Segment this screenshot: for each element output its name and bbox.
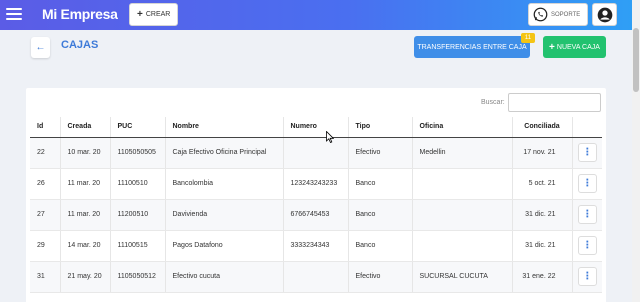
- row-options-kebab-icon[interactable]: ⋮: [577, 174, 597, 193]
- cell-oficina: [412, 230, 513, 262]
- cell-puc: 11200510: [110, 199, 166, 231]
- cell-id: 29: [30, 230, 61, 262]
- cash-boxes-table: Id Creada PUC Nombre Numero Tipo Oficina…: [30, 117, 602, 293]
- hamburger-icon[interactable]: [6, 8, 22, 21]
- cell-tipo: Efectivo: [348, 137, 413, 169]
- column-header-id[interactable]: Id: [30, 117, 61, 138]
- cell-oficina: SUCURSAL CUCUTA: [412, 261, 513, 293]
- cell-oficina: [412, 199, 513, 231]
- cell-nombre: Caja Efectivo Oficina Principal: [165, 137, 284, 169]
- top-navbar: Mi Empresa + CREAR SOPORTE: [0, 0, 632, 30]
- search-input[interactable]: [508, 93, 601, 112]
- cell-puc: 11100510: [110, 168, 166, 200]
- mouse-cursor-icon: [326, 131, 334, 143]
- table-row[interactable]: 26 11 mar. 20 11100510 Bancolombia 123243243…: [30, 168, 602, 200]
- user-circle-icon: [597, 7, 612, 22]
- column-header-creada[interactable]: Creada: [60, 117, 111, 138]
- cell-oficina: Medellin: [412, 137, 513, 169]
- cell-actions: ⋮: [572, 168, 602, 200]
- cell-tipo: Banco: [348, 168, 413, 200]
- cell-actions: ⋮: [572, 137, 602, 169]
- cell-id: 27: [30, 199, 61, 231]
- cell-conciliada: 31 dic. 21: [512, 230, 573, 262]
- cell-numero: 123243243233: [283, 168, 349, 200]
- app-logo[interactable]: Mi Empresa: [42, 6, 118, 22]
- transfers-button[interactable]: TRANSFERENCIAS ENTRE CAJA: [414, 36, 530, 58]
- table-row[interactable]: 31 21 may. 20 1105050512 Efectivo cucuta Efe…: [30, 261, 602, 293]
- table-row[interactable]: 29 14 mar. 20 11100515 Pagos Datafono 333323…: [30, 230, 602, 262]
- plus-icon: +: [549, 41, 555, 53]
- column-header-tipo[interactable]: Tipo: [348, 117, 413, 138]
- arrow-left-icon: ←: [35, 42, 46, 53]
- cell-numero: [283, 137, 349, 169]
- page-scrollbar[interactable]: [632, 0, 640, 302]
- row-options-kebab-icon[interactable]: ⋮: [577, 236, 597, 255]
- cell-nombre: Davivienda: [165, 199, 284, 231]
- scrollbar-thumb[interactable]: [633, 28, 639, 92]
- table-header-row: Id Creada PUC Nombre Numero Tipo Oficina…: [30, 117, 602, 138]
- cell-conciliada: 31 ene. 22: [512, 261, 573, 293]
- cell-numero: 6766745453: [283, 199, 349, 231]
- column-header-nombre[interactable]: Nombre: [165, 117, 284, 138]
- cell-numero: 3333234343: [283, 230, 349, 262]
- table-row[interactable]: 27 11 mar. 20 11200510 Davivienda 6766745453…: [30, 199, 602, 231]
- cell-numero: [283, 261, 349, 293]
- back-button[interactable]: ←: [31, 37, 50, 58]
- cell-tipo: Banco: [348, 230, 413, 262]
- cell-tipo: Efectivo: [348, 261, 413, 293]
- whatsapp-icon: [533, 7, 548, 22]
- column-header-puc[interactable]: PUC: [110, 117, 166, 138]
- cell-actions: ⋮: [572, 230, 602, 262]
- cell-creada: 11 mar. 20: [60, 168, 111, 200]
- cell-nombre: Bancolombia: [165, 168, 284, 200]
- cell-conciliada: 31 dic. 21: [512, 199, 573, 231]
- cell-puc: 1105050512: [110, 261, 166, 293]
- cell-actions: ⋮: [572, 261, 602, 293]
- cell-creada: 21 may. 20: [60, 261, 111, 293]
- cell-creada: 14 mar. 20: [60, 230, 111, 262]
- page-title: CAJAS: [61, 39, 99, 51]
- table-row[interactable]: 22 10 mar. 20 1105050505 Caja Efectivo Ofic…: [30, 137, 602, 169]
- cell-creada: 10 mar. 20: [60, 137, 111, 169]
- new-cash-box-label: NUEVA CAJA: [556, 43, 600, 51]
- cell-tipo: Banco: [348, 199, 413, 231]
- support-button[interactable]: SOPORTE: [528, 3, 588, 26]
- cell-oficina: [412, 168, 513, 200]
- row-options-kebab-icon[interactable]: ⋮: [577, 143, 597, 162]
- column-header-numero[interactable]: Numero: [283, 117, 349, 138]
- column-header-oficina[interactable]: Oficina: [412, 117, 513, 138]
- cell-id: 31: [30, 261, 61, 293]
- create-button-label: CREAR: [145, 11, 171, 18]
- user-menu-button[interactable]: [592, 3, 617, 26]
- cell-actions: ⋮: [572, 199, 602, 231]
- cell-nombre: Pagos Datafono: [165, 230, 284, 262]
- cell-puc: 1105050505: [110, 137, 166, 169]
- cell-puc: 11100515: [110, 230, 166, 262]
- cell-conciliada: 5 oct. 21: [512, 168, 573, 200]
- column-header-actions: [572, 117, 602, 138]
- cell-creada: 11 mar. 20: [60, 199, 111, 231]
- search-label: Buscar:: [481, 99, 505, 106]
- cell-conciliada: 17 nov. 21: [512, 137, 573, 169]
- new-cash-box-button[interactable]: + NUEVA CAJA: [543, 36, 606, 58]
- transfers-count-badge: 11: [521, 33, 535, 43]
- column-header-conciliada[interactable]: Conciliada: [512, 117, 573, 138]
- row-options-kebab-icon[interactable]: ⋮: [577, 267, 597, 286]
- plus-icon: +: [137, 8, 143, 20]
- row-options-kebab-icon[interactable]: ⋮: [577, 205, 597, 224]
- cell-nombre: Efectivo cucuta: [165, 261, 284, 293]
- cell-id: 26: [30, 168, 61, 200]
- create-button[interactable]: + CREAR: [129, 3, 179, 26]
- support-button-label: SOPORTE: [551, 11, 581, 18]
- cell-id: 22: [30, 137, 61, 169]
